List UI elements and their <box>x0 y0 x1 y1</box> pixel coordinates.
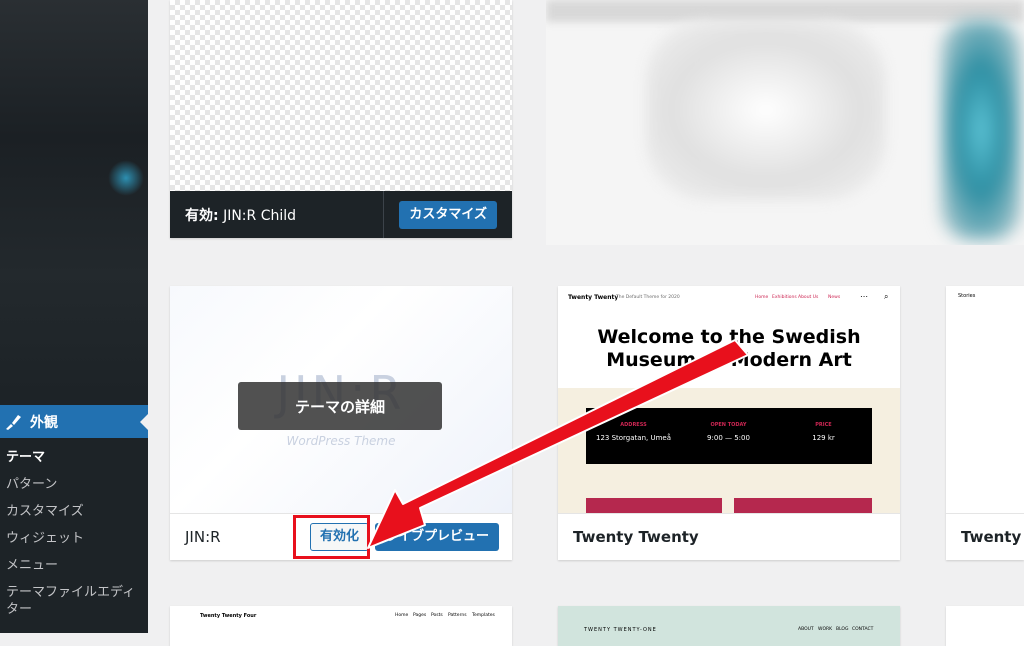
submenu-themes[interactable]: テーマ <box>0 444 148 471</box>
jinr-screenshot: JIN:R WordPress Theme テーマの詳細 <box>170 286 512 514</box>
tt-info-box: ADDRESS 123 Storgatan, Umeå OPEN TODAY 9… <box>586 408 872 464</box>
active-theme-name: 有効: JIN:R Child <box>170 205 383 225</box>
jinr-theme-name: JIN:R <box>185 528 221 546</box>
theme-card-partial-bottom[interactable] <box>946 606 1024 646</box>
ttf-nav: Patterns <box>448 613 467 618</box>
active-theme-title: JIN:R Child <box>223 207 297 224</box>
tt-footer: Twenty Twenty <box>558 513 900 560</box>
live-preview-button[interactable]: ライブプレビュー <box>375 523 500 551</box>
submenu-patterns[interactable]: パターン <box>0 471 148 498</box>
ttf-nav: Posts <box>431 613 443 618</box>
submenu-theme-file-editor[interactable]: テーマファイルエディター <box>0 579 148 623</box>
tto-nav: WORK <box>818 627 833 632</box>
menu-appearance-label: 外観 <box>30 414 58 431</box>
tt-info-heading: PRICE <box>815 422 832 428</box>
activate-highlight-box <box>293 515 370 559</box>
partial-theme-name: Twenty Tw <box>961 528 1024 546</box>
theme-screenshot-transparent <box>170 0 512 191</box>
submenu-widgets[interactable]: ウィジェット <box>0 525 148 552</box>
ttf-site-title: Twenty Twenty Four <box>200 613 257 619</box>
theme-card-twenty-twenty-one[interactable]: TWENTY TWENTY-ONE ABOUT WORK BLOG CONTAC… <box>558 606 900 646</box>
tt-info-value: 129 kr <box>812 434 835 442</box>
tt-nav-news: News <box>828 295 841 300</box>
tt-site-title: Twenty Twenty <box>568 294 619 301</box>
theme-card-twenty-twenty[interactable]: Twenty Twenty The Default Theme for 2020… <box>558 286 900 560</box>
blurred-menu-area <box>0 0 148 392</box>
ttf-nav: Home <box>395 613 409 618</box>
tt-nav-exhibitions: Exhibitions <box>772 295 797 300</box>
submenu-customize[interactable]: カスタマイズ <box>0 498 148 525</box>
submenu-menus[interactable]: メニュー <box>0 552 148 579</box>
customize-button[interactable]: カスタマイズ <box>399 200 497 229</box>
active-prefix: 有効: <box>185 207 219 224</box>
tt-nav-home: Home <box>755 295 769 300</box>
tt-preview-body: ADDRESS 123 Storgatan, Umeå OPEN TODAY 9… <box>558 388 900 518</box>
jinr-logo-sub: WordPress Theme <box>286 434 396 448</box>
ttf-nav: Pages <box>413 613 427 618</box>
tt-tagline: The Default Theme for 2020 <box>616 295 680 300</box>
blurred-theme-preview <box>546 0 1024 245</box>
tt-search-icon: ⌕ <box>884 292 889 301</box>
tt-preview-header: Twenty Twenty The Default Theme for 2020… <box>558 286 900 316</box>
tt-nav-about: About Us <box>798 295 819 300</box>
theme-details-button[interactable]: テーマの詳細 <box>238 382 442 430</box>
theme-card-partial[interactable]: Stories Twenty Tw <box>946 286 1024 560</box>
tto-nav: BLOG <box>836 627 849 632</box>
theme-card-twenty-twenty-four[interactable]: Twenty Twenty Four Home Pages Posts Patt… <box>170 606 512 646</box>
active-theme-bar: 有効: JIN:R Child カスタマイズ <box>170 191 512 238</box>
ttf-nav: Templates <box>472 613 495 618</box>
menu-appearance[interactable]: 外観 <box>0 405 148 438</box>
tt-info-heading: ADDRESS <box>620 422 647 428</box>
tto-site-title: TWENTY TWENTY-ONE <box>584 627 657 633</box>
theme-card-active[interactable]: 有効: JIN:R Child カスタマイズ <box>170 0 512 238</box>
paintbrush-icon <box>4 413 22 431</box>
appearance-submenu: テーマ パターン カスタマイズ ウィジェット メニュー テーマファイルエディター <box>0 444 148 623</box>
tt-menu-icon: ⋯ <box>860 292 868 301</box>
tt-info-heading: OPEN TODAY <box>710 422 747 428</box>
tto-nav: CONTACT <box>852 627 874 632</box>
tt-info-value: 123 Storgatan, Umeå <box>595 434 671 442</box>
tt-info-value: 9:00 — 5:00 <box>707 434 750 442</box>
tto-nav: ABOUT <box>798 627 814 632</box>
partial-footer: Twenty Tw <box>946 513 1024 560</box>
partial-preview-label: Stories <box>958 293 976 299</box>
tt-hero-title: Welcome to the Swedish Museum of Modern … <box>558 316 900 388</box>
tt-theme-name: Twenty Twenty <box>573 528 699 546</box>
admin-sidebar: 外観 テーマ パターン カスタマイズ ウィジェット メニュー テーマファイルエデ… <box>0 0 148 633</box>
